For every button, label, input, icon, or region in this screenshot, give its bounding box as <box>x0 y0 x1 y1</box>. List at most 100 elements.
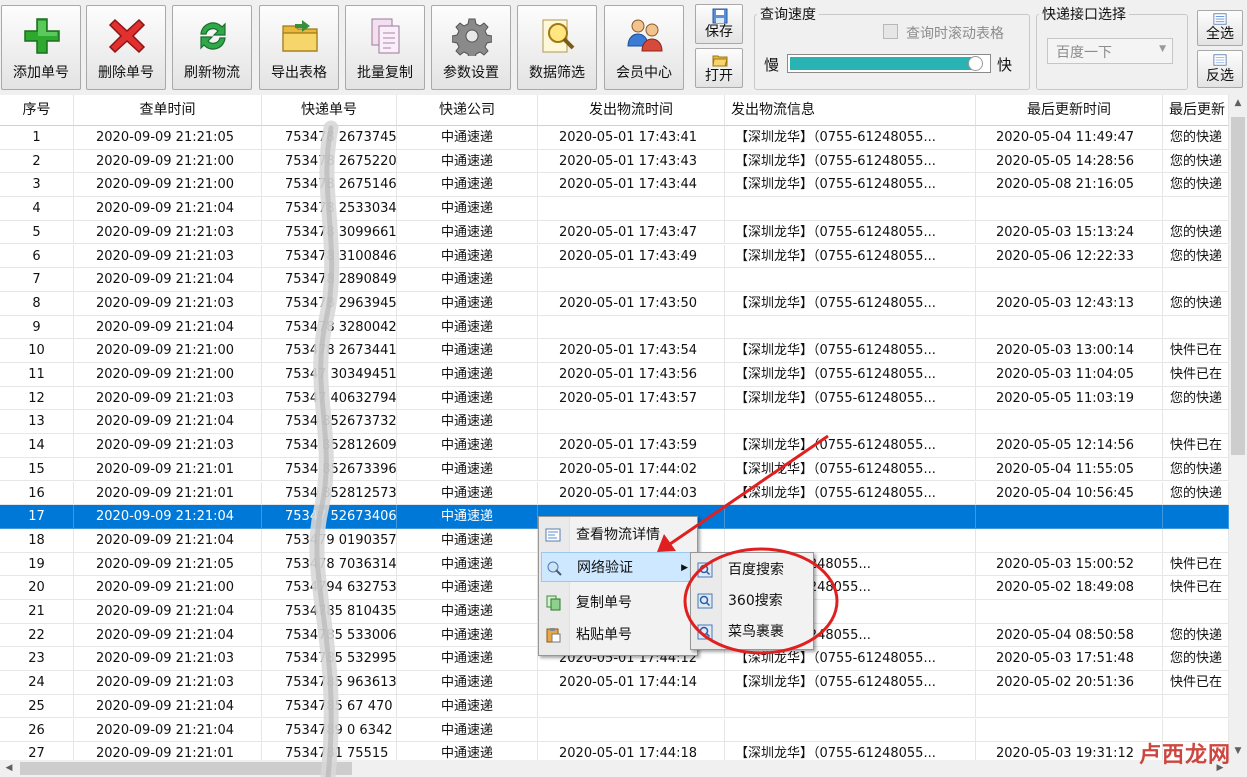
table-row[interactable]: 9 2020-09-09 21:21:04 753478 3280042 中通速递 <box>0 315 1229 340</box>
save-button[interactable]: 保存 <box>695 4 743 44</box>
table-cell: 8 <box>0 291 74 316</box>
table-cell: 2020-05-02 20:51:36 <box>976 671 1163 695</box>
menu-item-view-details[interactable]: 查看物流详情 <box>541 520 695 550</box>
table-cell: 7534785 533006 <box>262 623 397 648</box>
horizontal-scrollbar-thumb[interactable] <box>20 762 352 775</box>
batch-copy-button[interactable]: 批量复制 <box>345 5 425 90</box>
table-cell: 21 <box>0 600 74 624</box>
table-cell: 2020-09-09 21:21:00 <box>74 339 262 363</box>
table-cell: 12 <box>0 386 74 411</box>
table-row[interactable]: 5 2020-09-09 21:21:03 753478 3099661 中通速递 20… <box>0 220 1229 245</box>
menu-item-paste-number[interactable]: 粘贴单号 <box>541 620 695 650</box>
member-center-button[interactable]: 会员中心 <box>604 5 684 90</box>
column-header[interactable]: 发出物流信息 <box>725 95 976 126</box>
select-all-button[interactable]: 全选 <box>1197 10 1243 46</box>
submenu-item-cainiao[interactable]: 菜鸟裹裹 <box>693 617 811 647</box>
refresh-logistics-button[interactable]: 刷新物流 <box>172 5 252 90</box>
table-cell: 7534785 67 470 <box>262 694 397 719</box>
table-cell: 您的快递 <box>1163 457 1229 482</box>
query-speed-slider-thumb[interactable] <box>968 56 984 71</box>
table-cell <box>725 197 976 221</box>
settings-button[interactable]: 参数设置 <box>431 5 511 90</box>
table-cell: 2020-09-09 21:21:04 <box>74 694 262 719</box>
slow-label: 慢 <box>764 56 780 74</box>
table-row[interactable]: 16 2020-09-09 21:21:01 7534 852812573 中通速递 2… <box>0 481 1229 506</box>
column-header[interactable]: 快递公司 <box>397 95 538 126</box>
table-row[interactable]: 14 2020-09-09 21:21:03 7534 852812609 中通速递 2… <box>0 434 1229 458</box>
table-cell: 【深圳龙华】（0755-61248055... <box>725 173 976 198</box>
table-row[interactable]: 3 2020-09-09 21:21:00 753478 2675146 中通速递 20… <box>0 173 1229 198</box>
gear-icon <box>452 18 492 56</box>
horizontal-scrollbar[interactable]: ◀ ▶ <box>0 760 1229 777</box>
submenu-item-360-search[interactable]: 360搜索 <box>693 586 811 616</box>
data-filter-button[interactable]: 数据筛选 <box>517 5 597 90</box>
table-row[interactable]: 1 2020-09-09 21:21:05 753478 2673745 中通速递 20… <box>0 126 1229 150</box>
table-row[interactable]: 26 2020-09-09 21:21:04 7534789 0 6342 中通速递 <box>0 718 1229 743</box>
vertical-scrollbar[interactable]: ▲ ▼ <box>1229 95 1247 760</box>
table-cell <box>1163 528 1229 553</box>
scroll-up-icon[interactable]: ▲ <box>1229 95 1247 112</box>
table-cell: 中通速递 <box>397 268 538 292</box>
table-row[interactable]: 6 2020-09-09 21:21:03 753478 3100846 中通速递 20… <box>0 244 1229 269</box>
refresh-icon <box>200 22 226 50</box>
table-cell: 2020-05-01 17:43:44 <box>538 173 725 198</box>
menu-item-label: 查看物流详情 <box>576 527 660 543</box>
table-cell: 您的快递 <box>1163 481 1229 506</box>
delete-tracking-label: 删除单号 <box>98 65 154 81</box>
table-row[interactable]: 11 2020-09-09 21:21:00 75347 30349451 中通速递 2… <box>0 363 1229 387</box>
submenu-item-baidu-search[interactable]: 百度搜索 <box>693 555 811 585</box>
column-header[interactable]: 发出物流时间 <box>538 95 725 126</box>
column-header[interactable]: 最后更新 <box>1163 95 1229 126</box>
delete-icon <box>108 18 146 54</box>
table-cell: 2020-09-09 21:21:01 <box>74 742 262 760</box>
table-row[interactable]: 7 2020-09-09 21:21:04 753478 2890849 中通速递 <box>0 268 1229 292</box>
add-tracking-button[interactable]: 添加单号 <box>1 5 81 90</box>
table-row[interactable]: 8 2020-09-09 21:21:03 753478 2963945 中通速递 20… <box>0 291 1229 316</box>
table-row[interactable]: 2 2020-09-09 21:21:00 753478 2675220 中通速递 20… <box>0 149 1229 174</box>
table-row[interactable]: 24 2020-09-09 21:21:03 7534785 963613 中通速递 2… <box>0 671 1229 695</box>
scroll-left-icon[interactable]: ◀ <box>0 760 18 777</box>
folder-export-icon <box>282 20 318 52</box>
delete-tracking-button[interactable]: 删除单号 <box>86 5 166 90</box>
export-table-button[interactable]: 导出表格 <box>259 5 339 90</box>
details-icon <box>545 528 561 542</box>
table-cell: 中通速递 <box>397 742 538 760</box>
table-cell: 2020-05-06 12:22:33 <box>976 244 1163 269</box>
table-cell: 【深圳龙华】（0755-61248055... <box>725 126 976 150</box>
table-cell: 7534785 963613 <box>262 671 397 695</box>
invert-selection-button[interactable]: 反选 <box>1197 50 1243 88</box>
table-row[interactable]: 27 2020-09-09 21:21:01 7534781 75515 中通速递 20… <box>0 742 1229 760</box>
table-cell: 2020-09-09 21:21:04 <box>74 505 262 529</box>
menu-item-copy-number[interactable]: 复制单号 <box>541 588 695 618</box>
table-cell: 2020-09-09 21:21:00 <box>74 173 262 198</box>
table-cell: 中通速递 <box>397 244 538 269</box>
scroll-down-icon[interactable]: ▼ <box>1229 743 1247 760</box>
column-header[interactable]: 序号 <box>0 95 74 126</box>
invert-selection-label: 反选 <box>1206 68 1234 84</box>
column-header[interactable]: 查单时间 <box>74 95 262 126</box>
table-row[interactable]: 15 2020-09-09 21:21:01 7534 852673396 中通速递 2… <box>0 457 1229 482</box>
table-cell: 753478 2533034 <box>262 197 397 221</box>
column-header[interactable]: 最后更新时间 <box>976 95 1163 126</box>
api-select-dropdown[interactable]: 百度一下 ▼ <box>1047 38 1173 64</box>
table-row[interactable]: 25 2020-09-09 21:21:04 7534785 67 470 中通速递 <box>0 694 1229 719</box>
table-cell: 13 <box>0 410 74 435</box>
table-cell <box>976 315 1163 340</box>
query-speed-slider[interactable] <box>787 54 991 73</box>
open-button[interactable]: 打开 <box>695 48 743 88</box>
menu-item-network-verify[interactable]: 网络验证 ▶ <box>541 552 695 582</box>
vertical-scrollbar-thumb[interactable] <box>1231 117 1245 455</box>
table-row[interactable]: 10 2020-09-09 21:21:00 753478 2673441 中通速递 2… <box>0 339 1229 363</box>
scroll-table-checkbox[interactable] <box>883 24 898 39</box>
table-cell: 2020-09-09 21:21:01 <box>74 481 262 506</box>
table-row[interactable]: 13 2020-09-09 21:21:04 7534 852673732 中通速递 <box>0 410 1229 435</box>
network-verify-submenu: 百度搜索 360搜索 菜鸟裹裹 <box>690 552 814 650</box>
table-cell: 7534 852673732 <box>262 410 397 435</box>
table-cell: 2020-09-09 21:21:03 <box>74 671 262 695</box>
table-row[interactable]: 12 2020-09-09 21:21:03 75347 40632794 中通速递 2… <box>0 386 1229 411</box>
submenu-arrow-icon: ▶ <box>681 563 688 573</box>
table-cell: 2020-09-09 21:21:00 <box>74 363 262 387</box>
column-header[interactable]: 快递单号 <box>262 95 397 126</box>
table-row[interactable]: 4 2020-09-09 21:21:04 753478 2533034 中通速递 <box>0 197 1229 221</box>
tracking-table[interactable]: 序号 查单时间 快递单号 快递公司 发出物流时间 发出物流信息 最后更新时间 最后更新 1 202… <box>0 95 1229 760</box>
